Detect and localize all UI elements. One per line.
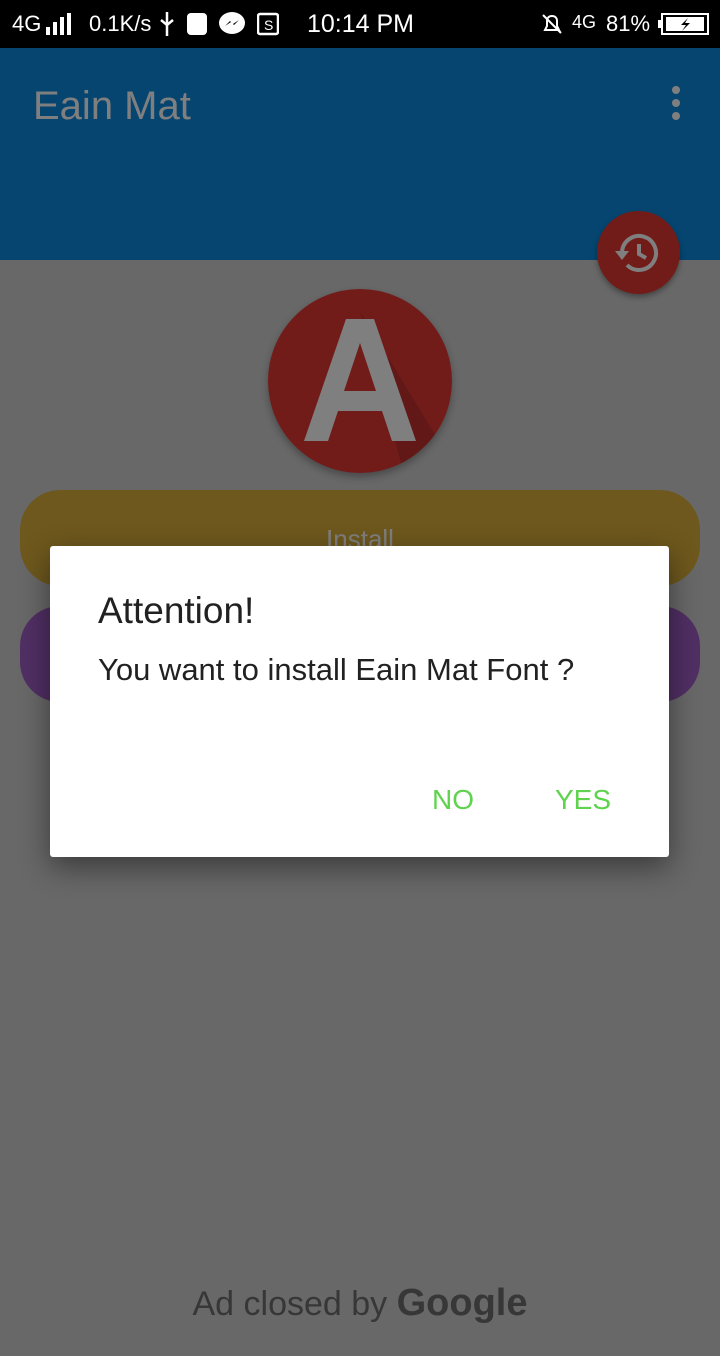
status-bar: 4G 0.1K/s S 10:14 PM 4G 81% bbox=[0, 0, 720, 48]
app-notification-icon: S bbox=[257, 12, 279, 36]
battery-percent: 81% bbox=[606, 11, 651, 36]
network-speed: 0.1K/s bbox=[89, 11, 152, 36]
attention-dialog: Attention! You want to install Eain Mat … bbox=[50, 546, 669, 857]
yes-button[interactable]: YES bbox=[555, 784, 611, 816]
usb-icon bbox=[160, 12, 174, 36]
svg-text:S: S bbox=[264, 17, 273, 33]
dialog-title: Attention! bbox=[98, 590, 255, 631]
dialog-message: You want to install Eain Mat Font ? bbox=[98, 652, 575, 687]
network-right-label: 4G bbox=[572, 12, 597, 32]
settings-icon bbox=[187, 13, 207, 35]
no-button[interactable]: NO bbox=[432, 784, 474, 816]
battery-icon bbox=[658, 13, 709, 35]
clock: 10:14 PM bbox=[307, 10, 415, 38]
mute-bell-icon bbox=[542, 14, 562, 34]
signal-icon bbox=[46, 13, 71, 35]
network-label: 4G bbox=[12, 11, 42, 36]
messenger-icon bbox=[219, 12, 245, 34]
